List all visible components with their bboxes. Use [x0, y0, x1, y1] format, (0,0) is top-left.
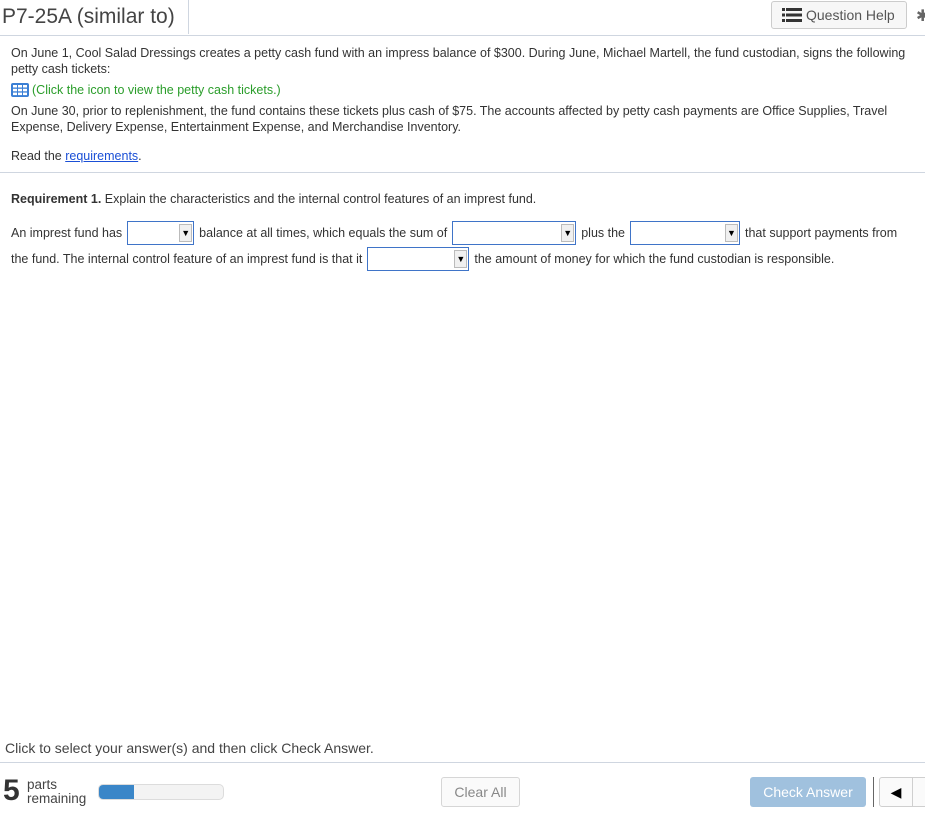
answer-line-1: An imprest fund has ▼ balance at all tim…	[11, 221, 897, 245]
button-separator	[873, 777, 874, 807]
answer-text: plus the	[581, 226, 625, 240]
title-divider	[188, 0, 189, 34]
requirement-1: Requirement 1. Explain the characteristi…	[11, 192, 536, 206]
chevron-down-icon[interactable]: ▼	[561, 224, 575, 242]
requirement-text: Explain the characteristics and the inte…	[101, 192, 537, 206]
triangle-left-icon: ◀	[890, 784, 902, 800]
gear-icon[interactable]: ✱	[916, 6, 925, 26]
read-prefix: Read the	[11, 149, 66, 163]
answer-line-2: the fund. The internal control feature o…	[11, 247, 834, 271]
read-requirements: Read the requirements.	[11, 148, 925, 164]
dropdown-sum-component[interactable]: ▼	[452, 221, 577, 245]
question-help-label: Question Help	[806, 7, 895, 23]
progress-bar	[98, 784, 224, 800]
answer-text: that support payments from	[745, 226, 898, 240]
check-answer-button[interactable]: Check Answer	[750, 777, 866, 807]
page-title: P7-25A (similar to)	[2, 5, 175, 28]
list-icon	[782, 8, 802, 22]
parts-remaining-count: 5	[3, 774, 20, 807]
answer-text: balance at all times, which equals the s…	[199, 226, 448, 240]
parts-label-line-2: remaining	[27, 791, 87, 806]
footer-divider	[0, 762, 925, 763]
header: P7-25A (similar to) Question Help ✱	[0, 0, 925, 36]
previous-button[interactable]: ◀	[879, 777, 913, 807]
requirement-label: Requirement 1.	[11, 192, 102, 206]
answer-text: An imprest fund has	[11, 226, 123, 240]
table-icon[interactable]	[11, 83, 29, 97]
clear-all-button[interactable]: Clear All	[441, 777, 520, 807]
chevron-down-icon[interactable]: ▼	[725, 224, 738, 242]
instruction-text: Click to select your answer(s) and then …	[5, 740, 374, 756]
answer-text: the amount of money for which the fund c…	[474, 252, 835, 266]
next-button[interactable]	[912, 777, 925, 807]
answer-text: the fund. The internal control feature o…	[11, 252, 363, 266]
problem-paragraph-1: On June 1, Cool Salad Dressings creates …	[11, 46, 906, 76]
read-suffix: .	[138, 149, 142, 163]
dropdown-control-feature[interactable]: ▼	[367, 247, 470, 271]
petty-cash-tickets-link[interactable]: (Click the icon to view the petty cash t…	[11, 82, 925, 98]
problem-paragraph-2: On June 30, prior to replenishment, the …	[11, 104, 888, 134]
dropdown-supporting-items[interactable]: ▼	[630, 221, 740, 245]
chevron-down-icon[interactable]: ▼	[454, 250, 468, 268]
problem-statement: On June 1, Cool Salad Dressings creates …	[11, 45, 925, 164]
divider	[0, 172, 925, 173]
requirements-link[interactable]: requirements	[65, 149, 138, 163]
parts-label-line-1: parts	[27, 777, 58, 792]
chevron-down-icon[interactable]: ▼	[179, 224, 193, 242]
petty-cash-tickets-link-text[interactable]: (Click the icon to view the petty cash t…	[32, 82, 281, 98]
progress-bar-fill	[99, 785, 134, 799]
question-help-button[interactable]: Question Help	[771, 1, 907, 29]
parts-remaining-label: parts remaining	[27, 778, 86, 806]
dropdown-balance-type[interactable]: ▼	[127, 221, 195, 245]
